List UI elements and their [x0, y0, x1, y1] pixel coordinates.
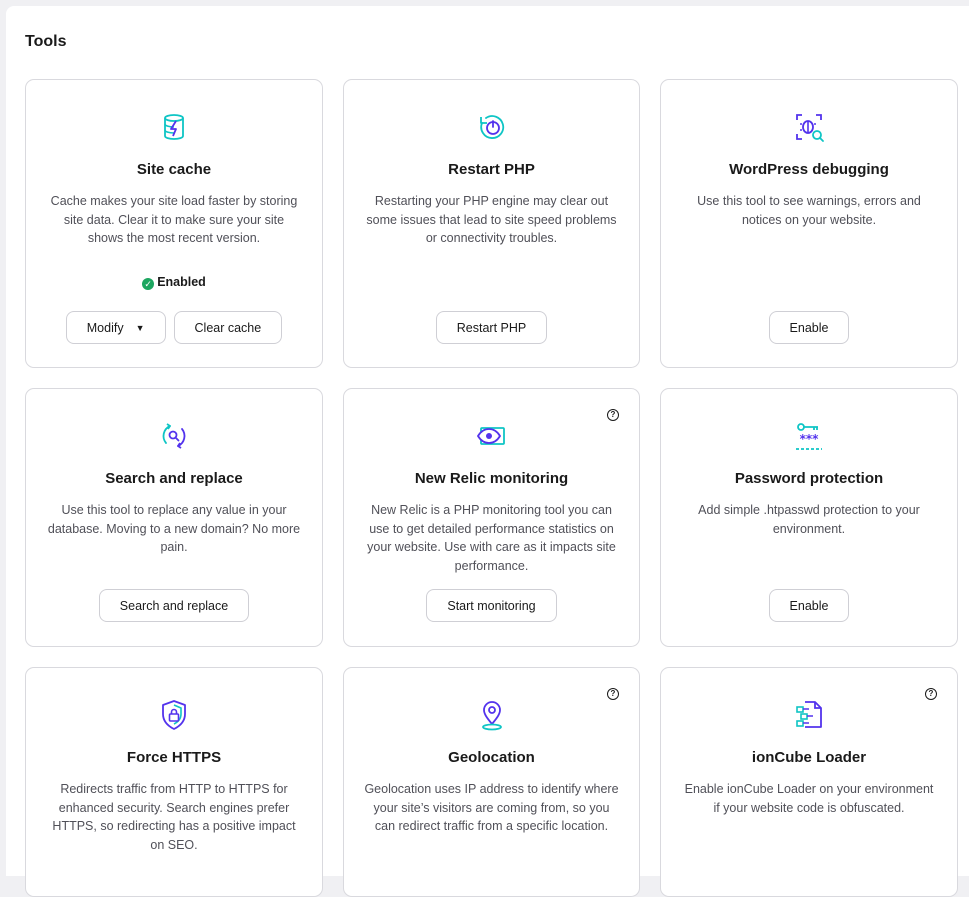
search-replace-icon	[157, 419, 191, 453]
card-description: Cache makes your site load faster by sto…	[50, 194, 298, 245]
card-title: Password protection	[734, 470, 884, 487]
status-label: Enabled	[157, 275, 206, 289]
force-https-card: Force HTTPS Redirects traffic from HTTP …	[25, 667, 323, 897]
power-restart-icon	[475, 110, 509, 144]
card-title: Restart PHP	[448, 161, 535, 178]
card-description: Geolocation uses IP address to identify …	[364, 782, 619, 833]
help-icon[interactable]: ?	[607, 409, 619, 421]
card-title: WordPress debugging	[729, 161, 889, 178]
help-icon[interactable]: ?	[925, 688, 937, 700]
enable-password-button[interactable]: Enable	[768, 589, 850, 622]
database-lightning-icon	[157, 110, 191, 144]
enable-debugging-button[interactable]: Enable	[768, 311, 850, 344]
card-title: Force HTTPS	[126, 749, 222, 766]
status-badge: ✓ Enabled	[26, 275, 322, 290]
search-and-replace-button[interactable]: Search and replace	[98, 589, 250, 622]
modify-label: Modify	[86, 320, 124, 335]
card-description: Use this tool to replace any value in yo…	[47, 503, 301, 554]
search-replace-card: Search and replace Use this tool to repl…	[25, 388, 323, 647]
card-description: Enable ionCube Loader on your environmen…	[684, 782, 934, 815]
new-relic-card: ? New Relic monitoring New Relic is a PH…	[343, 388, 640, 647]
password-protection-card: *** Password protection Add simple .htpa…	[660, 388, 958, 647]
card-title: Search and replace	[105, 470, 243, 487]
card-description: Redirects traffic from HTTP to HTTPS for…	[52, 782, 296, 852]
shield-lock-icon	[157, 698, 191, 732]
bug-search-icon	[792, 110, 826, 144]
clear-cache-button[interactable]: Clear cache	[173, 311, 283, 344]
key-password-icon: ***	[792, 419, 826, 453]
restart-php-button[interactable]: Restart PHP	[435, 311, 548, 344]
site-cache-card: Site cache Cache makes your site load fa…	[25, 79, 323, 368]
start-monitoring-button[interactable]: Start monitoring	[426, 589, 557, 622]
wordpress-debugging-card: WordPress debugging Use this tool to see…	[660, 79, 958, 368]
help-icon[interactable]: ?	[607, 688, 619, 700]
eye-monitor-icon	[475, 419, 509, 453]
card-description: Use this tool to see warnings, errors an…	[697, 194, 921, 227]
card-description: New Relic is a PHP monitoring tool you c…	[367, 503, 616, 573]
ioncube-loader-card: ? ionCube Loader Enable ionCube Loader o…	[660, 667, 958, 897]
page-title: Tools	[25, 33, 67, 50]
card-title: Geolocation	[448, 749, 535, 766]
check-circle-icon: ✓	[142, 278, 155, 290]
chevron-down-icon: ▼	[135, 322, 145, 333]
card-description: Add simple .htpasswd protection to your …	[698, 503, 920, 536]
card-title: New Relic monitoring	[414, 470, 569, 487]
card-title: Site cache	[136, 161, 212, 178]
card-title: ionCube Loader	[751, 749, 867, 766]
svg-text:***: ***	[800, 432, 820, 446]
ioncube-file-icon	[792, 698, 826, 732]
location-pin-icon	[475, 698, 509, 732]
restart-php-card: Restart PHP Restarting your PHP engine m…	[343, 79, 640, 368]
card-description: Restarting your PHP engine may clear out…	[366, 194, 617, 245]
geolocation-card: ? Geolocation Geolocation uses IP addres…	[343, 667, 640, 897]
modify-button[interactable]: Modify ▼	[65, 311, 166, 344]
